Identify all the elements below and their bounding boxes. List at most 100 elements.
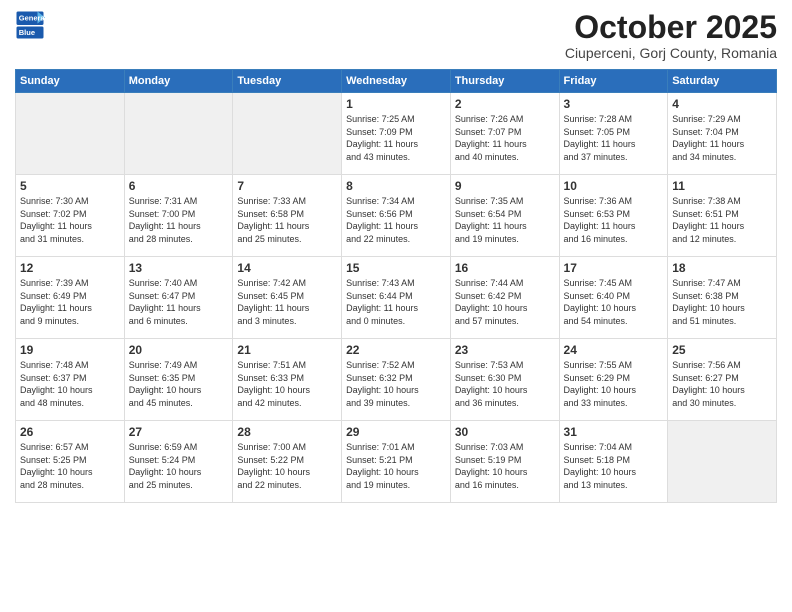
day-cell: 17 Sunrise: 7:45 AM Sunset: 6:40 PM Dayli…: [559, 257, 668, 339]
day-cell: 10Sunrise: 7:36 AM Sunset: 6:53 PM Dayli…: [559, 175, 668, 257]
header-friday: Friday: [559, 70, 668, 93]
week-row-3: 12Sunrise: 7:39 AM Sunset: 6:49 PM Dayli…: [16, 257, 777, 339]
day-info: Sunrise: 7:45 AM Sunset: 6:40 PM Dayligh…: [564, 277, 664, 327]
day-number: 18: [672, 261, 772, 275]
day-cell: [124, 93, 233, 175]
day-info: Sunrise: 7:26 AM Sunset: 7:07 PM Dayligh…: [455, 113, 555, 163]
day-info: Sunrise: 7:55 AM Sunset: 6:29 PM Dayligh…: [564, 359, 664, 409]
day-info: Sunrise: 7:34 AM Sunset: 6:56 PM Dayligh…: [346, 195, 446, 245]
day-info: Sunrise: 7:38 AM Sunset: 6:51 PM Dayligh…: [672, 195, 772, 245]
month-title: October 2025: [565, 10, 777, 45]
day-cell: 22 Sunrise: 7:52 AM Sunset: 6:32 PM Dayli…: [342, 339, 451, 421]
day-cell: 23Sunrise: 7:53 AM Sunset: 6:30 PM Dayli…: [450, 339, 559, 421]
day-number: 5: [20, 179, 120, 193]
day-number: 19: [20, 343, 120, 357]
day-cell: 18 Sunrise: 7:47 AM Sunset: 6:38 PM Dayli…: [668, 257, 777, 339]
day-info: Sunrise: 7:42 AM Sunset: 6:45 PM Dayligh…: [237, 277, 337, 327]
day-cell: [668, 421, 777, 503]
page-container: General Blue October 2025 Ciuperceni, Go…: [0, 0, 792, 612]
day-info: Sunrise: 7:43 AM Sunset: 6:44 PM Dayligh…: [346, 277, 446, 327]
day-info: Sunrise: 7:31 AM Sunset: 7:00 PM Dayligh…: [129, 195, 229, 245]
day-cell: [233, 93, 342, 175]
location-title: Ciuperceni, Gorj County, Romania: [565, 45, 777, 61]
header-wednesday: Wednesday: [342, 70, 451, 93]
day-info: Sunrise: 7:35 AM Sunset: 6:54 PM Dayligh…: [455, 195, 555, 245]
header-sunday: Sunday: [16, 70, 125, 93]
weekday-header-row: Sunday Monday Tuesday Wednesday Thursday…: [16, 70, 777, 93]
day-number: 26: [20, 425, 120, 439]
day-number: 25: [672, 343, 772, 357]
day-info: Sunrise: 7:01 AM Sunset: 5:21 PM Dayligh…: [346, 441, 446, 491]
day-number: 8: [346, 179, 446, 193]
day-cell: 9Sunrise: 7:35 AM Sunset: 6:54 PM Daylig…: [450, 175, 559, 257]
day-cell: 21 Sunrise: 7:51 AM Sunset: 6:33 PM Dayli…: [233, 339, 342, 421]
day-number: 24: [564, 343, 664, 357]
day-cell: 20Sunrise: 7:49 AM Sunset: 6:35 PM Dayli…: [124, 339, 233, 421]
day-info: Sunrise: 7:51 AM Sunset: 6:33 PM Dayligh…: [237, 359, 337, 409]
day-cell: 28 Sunrise: 7:00 AM Sunset: 5:22 PM Dayli…: [233, 421, 342, 503]
day-cell: 19Sunrise: 7:48 AM Sunset: 6:37 PM Dayli…: [16, 339, 125, 421]
day-number: 11: [672, 179, 772, 193]
header: General Blue October 2025 Ciuperceni, Go…: [15, 10, 777, 61]
day-cell: [16, 93, 125, 175]
day-cell: 1 Sunrise: 7:25 AM Sunset: 7:09 PM Daylig…: [342, 93, 451, 175]
day-cell: 3Sunrise: 7:28 AM Sunset: 7:05 PM Daylig…: [559, 93, 668, 175]
day-info: Sunrise: 7:36 AM Sunset: 6:53 PM Dayligh…: [564, 195, 664, 245]
logo: General Blue: [15, 10, 45, 40]
day-cell: 15 Sunrise: 7:43 AM Sunset: 6:44 PM Dayli…: [342, 257, 451, 339]
day-number: 21: [237, 343, 337, 357]
day-cell: 16 Sunrise: 7:44 AM Sunset: 6:42 PM Dayli…: [450, 257, 559, 339]
day-cell: 4 Sunrise: 7:29 AM Sunset: 7:04 PM Daylig…: [668, 93, 777, 175]
day-info: Sunrise: 7:04 AM Sunset: 5:18 PM Dayligh…: [564, 441, 664, 491]
day-info: Sunrise: 6:59 AM Sunset: 5:24 PM Dayligh…: [129, 441, 229, 491]
day-number: 6: [129, 179, 229, 193]
title-block: October 2025 Ciuperceni, Gorj County, Ro…: [565, 10, 777, 61]
day-info: Sunrise: 7:25 AM Sunset: 7:09 PM Dayligh…: [346, 113, 446, 163]
week-row-5: 26Sunrise: 6:57 AM Sunset: 5:25 PM Dayli…: [16, 421, 777, 503]
week-row-2: 5Sunrise: 7:30 AM Sunset: 7:02 PM Daylig…: [16, 175, 777, 257]
day-number: 22: [346, 343, 446, 357]
header-thursday: Thursday: [450, 70, 559, 93]
day-info: Sunrise: 7:52 AM Sunset: 6:32 PM Dayligh…: [346, 359, 446, 409]
day-number: 16: [455, 261, 555, 275]
day-info: Sunrise: 7:03 AM Sunset: 5:19 PM Dayligh…: [455, 441, 555, 491]
day-number: 12: [20, 261, 120, 275]
day-cell: 26Sunrise: 6:57 AM Sunset: 5:25 PM Dayli…: [16, 421, 125, 503]
day-number: 14: [237, 261, 337, 275]
week-row-1: 1 Sunrise: 7:25 AM Sunset: 7:09 PM Daylig…: [16, 93, 777, 175]
day-cell: 25Sunrise: 7:56 AM Sunset: 6:27 PM Dayli…: [668, 339, 777, 421]
day-cell: 11 Sunrise: 7:38 AM Sunset: 6:51 PM Dayli…: [668, 175, 777, 257]
day-info: Sunrise: 7:40 AM Sunset: 6:47 PM Dayligh…: [129, 277, 229, 327]
day-info: Sunrise: 7:49 AM Sunset: 6:35 PM Dayligh…: [129, 359, 229, 409]
day-number: 28: [237, 425, 337, 439]
day-info: Sunrise: 7:29 AM Sunset: 7:04 PM Dayligh…: [672, 113, 772, 163]
day-cell: 27 Sunrise: 6:59 AM Sunset: 5:24 PM Dayli…: [124, 421, 233, 503]
day-cell: 6 Sunrise: 7:31 AM Sunset: 7:00 PM Daylig…: [124, 175, 233, 257]
day-info: Sunrise: 7:00 AM Sunset: 5:22 PM Dayligh…: [237, 441, 337, 491]
day-number: 29: [346, 425, 446, 439]
day-cell: 14 Sunrise: 7:42 AM Sunset: 6:45 PM Dayli…: [233, 257, 342, 339]
day-info: Sunrise: 7:44 AM Sunset: 6:42 PM Dayligh…: [455, 277, 555, 327]
day-info: Sunrise: 7:28 AM Sunset: 7:05 PM Dayligh…: [564, 113, 664, 163]
day-number: 27: [129, 425, 229, 439]
day-number: 17: [564, 261, 664, 275]
day-info: Sunrise: 7:33 AM Sunset: 6:58 PM Dayligh…: [237, 195, 337, 245]
svg-text:Blue: Blue: [19, 28, 35, 37]
week-row-4: 19Sunrise: 7:48 AM Sunset: 6:37 PM Dayli…: [16, 339, 777, 421]
day-cell: 13Sunrise: 7:40 AM Sunset: 6:47 PM Dayli…: [124, 257, 233, 339]
day-number: 15: [346, 261, 446, 275]
day-info: Sunrise: 7:47 AM Sunset: 6:38 PM Dayligh…: [672, 277, 772, 327]
day-cell: 2Sunrise: 7:26 AM Sunset: 7:07 PM Daylig…: [450, 93, 559, 175]
day-cell: 24 Sunrise: 7:55 AM Sunset: 6:29 PM Dayli…: [559, 339, 668, 421]
day-cell: 12Sunrise: 7:39 AM Sunset: 6:49 PM Dayli…: [16, 257, 125, 339]
day-cell: 31Sunrise: 7:04 AM Sunset: 5:18 PM Dayli…: [559, 421, 668, 503]
svg-text:General: General: [19, 14, 45, 23]
day-number: 30: [455, 425, 555, 439]
day-number: 7: [237, 179, 337, 193]
calendar-table: Sunday Monday Tuesday Wednesday Thursday…: [15, 69, 777, 503]
day-number: 1: [346, 97, 446, 111]
day-cell: 5Sunrise: 7:30 AM Sunset: 7:02 PM Daylig…: [16, 175, 125, 257]
day-cell: 7 Sunrise: 7:33 AM Sunset: 6:58 PM Daylig…: [233, 175, 342, 257]
header-monday: Monday: [124, 70, 233, 93]
day-number: 4: [672, 97, 772, 111]
